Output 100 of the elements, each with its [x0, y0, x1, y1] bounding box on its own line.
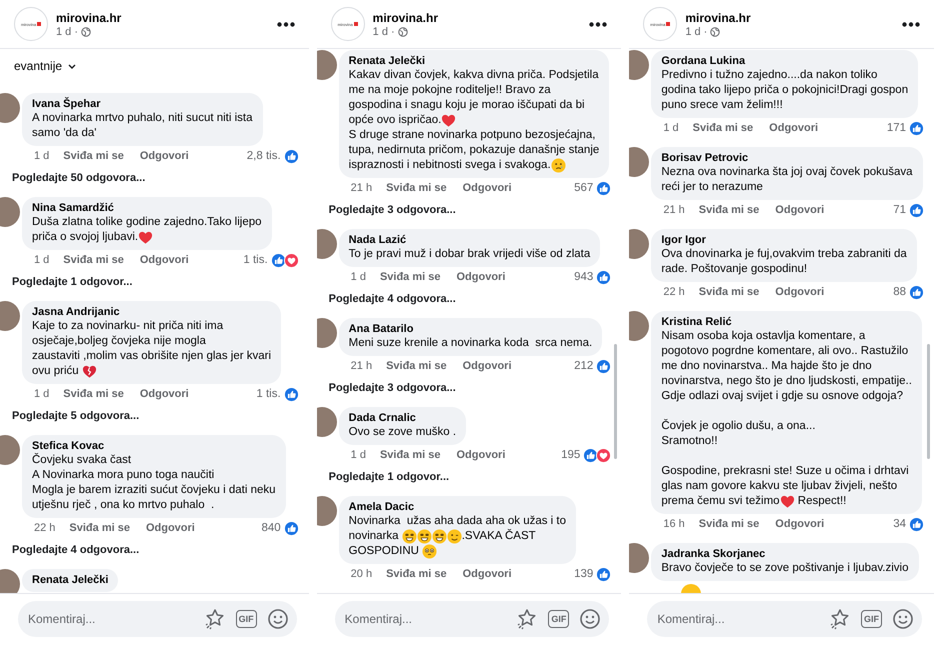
sticker-icon[interactable] [204, 608, 226, 630]
reply-button[interactable]: Odgovori [775, 203, 824, 217]
reply-button[interactable]: Odgovori [456, 270, 506, 284]
like-button[interactable]: Sviđa mi se [698, 203, 760, 217]
comment-author[interactable]: Dada Crnalic [348, 411, 456, 425]
reaction-count[interactable]: 195 [561, 448, 580, 462]
emoji-icon[interactable] [892, 608, 914, 630]
comment-author[interactable]: Renata Jelečki [32, 573, 108, 587]
comment-text: To je pravi muž i dobar brak vrijedi više od zlata [348, 247, 590, 262]
comment-time: 21 h [663, 203, 685, 217]
reply-button[interactable]: Odgovori [146, 521, 195, 535]
reply-button[interactable]: Odgovori [462, 567, 512, 581]
comment-text: utješnu rječ , ona ko mrtvo puhalo . [32, 498, 214, 513]
like-button[interactable]: Sviđa mi se [698, 285, 760, 299]
comment-time: 1 d [350, 448, 366, 462]
emoji-icon[interactable] [579, 608, 602, 630]
page-name[interactable]: mirovina.hr [56, 10, 269, 26]
view-replies-link[interactable]: Pogledajte 3 odgovora... [328, 204, 456, 217]
view-replies-link[interactable]: Pogledajte 1 odgovor... [328, 471, 450, 484]
like-button[interactable]: Sviđa mi se [386, 567, 447, 581]
scrollbar[interactable] [614, 344, 618, 459]
comment-author[interactable]: Kristina Relić [661, 315, 912, 329]
scrollbar[interactable] [927, 344, 930, 459]
reaction-count[interactable]: 71 [893, 203, 906, 217]
reaction-count[interactable]: 2,8 tis. [246, 149, 281, 163]
comment-author[interactable]: Ana Batarilo [348, 322, 592, 336]
like-button[interactable]: Sviđa mi se [69, 521, 130, 535]
comment-author[interactable]: Nada Lazić [348, 233, 590, 247]
comment-author[interactable]: Igor Igor [661, 233, 907, 247]
reply-button[interactable]: Odgovori [775, 517, 824, 531]
comment-text: ovu priću [32, 364, 80, 379]
comment-author[interactable]: Gordana Lukina [661, 54, 908, 68]
gif-button[interactable]: GIF [861, 610, 882, 628]
comment-author[interactable]: Amela Dacic [348, 500, 566, 514]
logo-mark-icon [354, 22, 358, 26]
like-button[interactable]: Sviđa mi se [386, 359, 447, 373]
reaction-count[interactable]: 840 [261, 521, 281, 535]
reaction-count[interactable]: 171 [886, 121, 906, 135]
like-button[interactable]: Sviđa mi se [63, 253, 124, 267]
sticker-icon[interactable] [516, 608, 538, 630]
chevron-down-icon[interactable] [68, 64, 76, 68]
comment-author[interactable]: Jadranka Skorjanec [661, 547, 908, 561]
comment-author[interactable]: Jasna Andrijanic [32, 305, 272, 319]
comment-text: priča o svojoj ljubavi. [32, 230, 138, 245]
sort-dropdown[interactable]: evantnije [14, 59, 62, 73]
comment-text: me dno novinarstva.. Ma hajde što je dno [661, 359, 872, 374]
more-icon[interactable] [589, 22, 608, 26]
like-button[interactable]: Sviđa mi se [380, 448, 440, 462]
reply-button[interactable]: Odgovori [140, 387, 189, 401]
reaction-count[interactable]: 212 [574, 359, 594, 373]
reply-button[interactable]: Odgovori [462, 181, 512, 195]
comment-text: samo 'da da' [32, 126, 96, 141]
post-time: 1 d · [372, 26, 395, 38]
emoji-icon[interactable] [266, 608, 289, 630]
like-button[interactable]: Sviđa mi se [380, 270, 440, 284]
reply-button[interactable]: Odgovori [140, 253, 189, 267]
comment-field[interactable]: Komentiraj... GIF [18, 601, 297, 637]
reply-button[interactable]: Odgovori [140, 149, 189, 163]
comment-text: novinarka [348, 529, 400, 544]
comment-author[interactable]: Stefica Kovac [32, 439, 276, 453]
comment-text: Meni suze krenile a novinarka koda srca nema. [348, 336, 592, 351]
reply-button[interactable]: Odgovori [456, 448, 506, 462]
view-replies-link[interactable]: Pogledajte 3 odgovora... [328, 382, 456, 395]
view-replies-link[interactable]: Pogledajte 5 odgovora... [12, 410, 140, 423]
comment-text: Novinarka užas aha dada aha ok užas i to [348, 514, 566, 529]
reaction-count[interactable]: 88 [893, 285, 906, 299]
reaction-count[interactable]: 567 [574, 181, 594, 195]
like-button[interactable]: Sviđa mi se [63, 149, 124, 163]
gif-button[interactable]: GIF [548, 610, 570, 628]
comment-author[interactable]: Nina Samardžić [32, 201, 262, 215]
comment-author[interactable]: Renata Jelečki [348, 54, 600, 68]
comment-author[interactable]: Ivana Špehar [32, 97, 253, 111]
gif-button[interactable]: GIF [236, 610, 257, 628]
view-replies-link[interactable]: Pogledajte 4 odgovora... [328, 293, 456, 306]
sticker-icon[interactable] [829, 608, 851, 630]
like-button[interactable]: Sviđa mi se [698, 517, 760, 531]
reaction-count[interactable]: 139 [574, 567, 594, 581]
reaction-count[interactable]: 943 [574, 270, 594, 284]
reaction-count[interactable]: 1 tis. [243, 253, 268, 267]
view-replies-link[interactable]: Pogledajte 50 odgovora... [12, 172, 146, 185]
comment-author[interactable]: Borisav Petrovic [661, 151, 913, 165]
comment-field[interactable]: Komentiraj... GIF [647, 601, 922, 637]
reply-button[interactable]: Odgovori [462, 359, 512, 373]
logo-mark-icon [666, 22, 670, 26]
more-icon[interactable] [276, 22, 295, 26]
like-button[interactable]: Sviđa mi se [386, 181, 447, 195]
comment-time: 1 d [34, 387, 50, 401]
view-replies-link[interactable]: Pogledajte 1 odgovor... [12, 276, 132, 289]
like-button[interactable]: Sviđa mi se [692, 121, 754, 135]
comment-field[interactable]: Komentiraj... GIF [334, 601, 610, 637]
globe-icon [710, 26, 720, 36]
reply-button[interactable]: Odgovori [769, 121, 818, 135]
reply-button[interactable]: Odgovori [775, 285, 824, 299]
page-name[interactable]: mirovina.hr [372, 10, 582, 26]
like-button[interactable]: Sviđa mi se [63, 387, 124, 401]
page-name[interactable]: mirovina.hr [685, 10, 894, 26]
more-icon[interactable] [902, 22, 920, 26]
reaction-count[interactable]: 1 tis. [256, 387, 281, 401]
view-replies-link[interactable]: Pogledajte 4 odgovora... [12, 544, 140, 557]
reaction-count[interactable]: 34 [893, 517, 906, 531]
